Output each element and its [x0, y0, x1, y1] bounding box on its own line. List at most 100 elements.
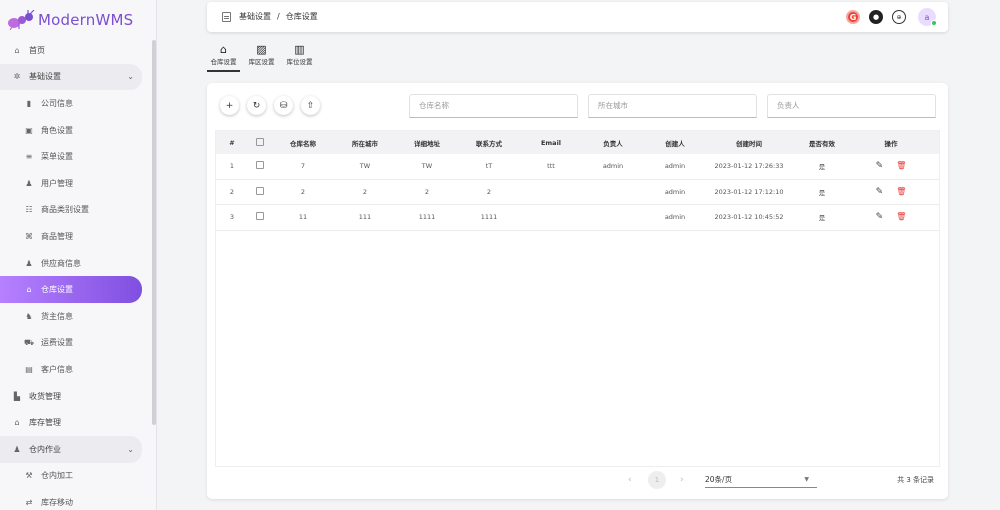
chevron-down-icon: ⌄	[127, 444, 134, 454]
location-icon: ▥	[294, 43, 305, 56]
chevron-down-icon: ▼	[804, 476, 809, 483]
sidebar-item-label: 仓库设置	[41, 285, 73, 295]
sidebar-item[interactable]: ♟ 供应商信息	[0, 250, 150, 277]
table-cell: 是	[818, 188, 826, 197]
table-row[interactable]: 1 7 TW TW tT ttt admin admin 2023-01-12 17:26:33…	[216, 154, 939, 180]
delete-icon[interactable]: 🗑	[896, 187, 906, 196]
inventory-icon: ⌂	[14, 418, 20, 428]
sidebar-item[interactable]: ≡ 菜单设置	[0, 143, 150, 170]
breadcrumb-separator: /	[277, 12, 280, 21]
export-button[interactable]: ⛁	[274, 96, 293, 115]
table-cell: 2	[362, 187, 368, 196]
select-all-checkbox[interactable]	[256, 137, 264, 146]
row-checkbox[interactable]	[256, 161, 264, 170]
breadcrumb-item-warehouse-settings: 仓库设置	[285, 12, 318, 21]
sidebar-item[interactable]: ▙ 收货管理	[0, 383, 150, 410]
contact-search-input[interactable]: 负责人	[767, 94, 936, 118]
tab-label: 仓库设置	[210, 58, 237, 66]
sidebar-item[interactable]: ▣ 角色设置	[0, 117, 150, 144]
table-cell: admin	[602, 162, 624, 171]
sidebar-scrollbar[interactable]	[152, 40, 156, 425]
edit-icon[interactable]: ✎	[876, 161, 884, 171]
sidebar-item-label: 客户信息	[41, 364, 73, 374]
sidebar-item-label: 角色设置	[41, 125, 73, 135]
page-size-select[interactable]: 20条/页 ▼	[705, 472, 817, 488]
sidebar-item[interactable]: ⌂ 仓库设置	[0, 276, 142, 303]
avatar[interactable]: a	[918, 8, 937, 26]
gear-icon: ✲	[13, 72, 21, 82]
sidebar-item[interactable]: ⛟ 运费设置	[0, 330, 150, 357]
sidebar-item[interactable]: ♟ 用户管理	[0, 170, 150, 197]
table-cell[interactable]	[248, 212, 272, 222]
column-header: 是否有效	[809, 139, 835, 148]
table-cell: ttt	[547, 162, 555, 171]
current-page[interactable]: 1	[648, 471, 666, 489]
user-icon: ♟	[25, 178, 33, 188]
row-checkbox[interactable]	[256, 186, 264, 195]
add-button[interactable]: +	[220, 96, 239, 115]
column-header: Email	[540, 138, 562, 147]
table-cell: 3	[229, 213, 235, 222]
tab-location-settings[interactable]: ▥ 库位设置	[283, 43, 316, 72]
tab-warehouse-settings[interactable]: ⌂ 仓库设置	[207, 43, 240, 72]
table-cell: 是	[818, 163, 826, 172]
sidebar-item[interactable]: ♟ 仓内作业 ⌄	[0, 435, 142, 463]
row-checkbox[interactable]	[256, 212, 264, 221]
breadcrumb-item-basic-settings[interactable]: 基础设置	[239, 11, 271, 22]
table-cell: 2023-01-12 17:12:10	[714, 187, 784, 196]
table-cell: 1111	[418, 213, 436, 222]
table-row[interactable]: 3 11 111 1111 1111 admin 2023-01-12 10:45:52 是 ✎…	[216, 205, 939, 231]
online-status-dot	[931, 20, 937, 26]
table-cell: admin	[664, 213, 686, 222]
warehouse-table: # 仓库名称 所在城市 详细地址 联系方式 Email 负责人 创建人 创建时间 是否有效 操作 1…	[215, 130, 940, 467]
zone-icon: ▨	[256, 43, 267, 56]
table-cell: 2	[300, 187, 306, 196]
table-cell: admin	[664, 187, 686, 196]
refresh-icon: ↻	[252, 100, 261, 111]
sidebar-item[interactable]: ✲ 基础设置 ⌄	[0, 63, 142, 91]
toolbar: + ↻ ⛁ ⇧	[220, 96, 328, 115]
column-header: 负责人	[603, 139, 623, 148]
gitee-icon[interactable]: G	[846, 10, 860, 24]
table-cell[interactable]	[248, 161, 272, 171]
sidebar-menu: ⌂ 首页 ✲ 基础设置 ⌄ ▮ 公司信息 ▣ 角色设置 ≡ 菜单设置 ♟ 用户管理 ☷ 商品类别设置 ⌘ 商品管…	[0, 37, 150, 510]
table-cell: 1111	[480, 213, 498, 222]
refresh-button[interactable]: ↻	[247, 96, 266, 115]
github-icon[interactable]: ●	[869, 10, 883, 24]
sidebar-item-label: 供应商信息	[41, 258, 81, 268]
delete-icon[interactable]: 🗑	[896, 212, 906, 221]
tab-zone-settings[interactable]: ▨ 库区设置	[245, 43, 278, 72]
app-logo[interactable]: ModernWMS	[7, 9, 133, 31]
sidebar-item[interactable]: ☷ 商品类别设置	[0, 197, 150, 224]
column-header[interactable]	[248, 137, 272, 148]
pagination: ‹ 1 › 20条/页 ▼ 共 3 条记录	[215, 468, 940, 492]
delete-icon[interactable]: 🗑	[896, 161, 906, 170]
sidebar-item[interactable]: ⌂ 库存管理	[0, 409, 150, 436]
sidebar-item[interactable]: ▤ 客户信息	[0, 356, 150, 383]
sidebar-item[interactable]: ⚒ 仓内加工	[0, 463, 150, 490]
header-actions: G ● ⊕ a	[837, 8, 937, 26]
edit-icon[interactable]: ✎	[876, 187, 884, 197]
column-header: 仓库名称	[290, 139, 316, 148]
page-size-value: 20条/页	[705, 475, 733, 484]
freight-icon: ⛟	[24, 337, 35, 347]
sidebar-item[interactable]: ⇄ 库存移动	[0, 489, 150, 510]
prev-page-icon[interactable]: ‹	[628, 475, 632, 485]
sidebar-item[interactable]: ⌘ 商品管理	[0, 223, 150, 250]
sidebar-item[interactable]: ▮ 公司信息	[0, 90, 150, 117]
sidebar-item-label: 仓内加工	[41, 471, 73, 481]
operation-icon: ♟	[13, 444, 21, 454]
table-row[interactable]: 2 2 2 2 2 admin 2023-01-12 17:12:10 是 ✎ 🗑	[216, 180, 939, 205]
edit-icon[interactable]: ✎	[876, 212, 884, 222]
sidebar-item[interactable]: ⌂ 首页	[0, 37, 150, 64]
owner-icon: ♞	[25, 311, 33, 321]
sidebar-item[interactable]: ♞ 货主信息	[0, 303, 150, 330]
table-cell[interactable]	[248, 186, 272, 197]
share-button[interactable]: ⇧	[301, 96, 320, 115]
language-globe-icon[interactable]: ⊕	[892, 10, 906, 24]
sidebar-item-label: 首页	[29, 45, 45, 55]
next-page-icon[interactable]: ›	[680, 475, 684, 485]
table-cell: admin	[664, 162, 686, 171]
city-search-input[interactable]: 所在城市	[588, 94, 757, 118]
warehouse-name-search-input[interactable]: 仓库名称	[409, 94, 578, 118]
